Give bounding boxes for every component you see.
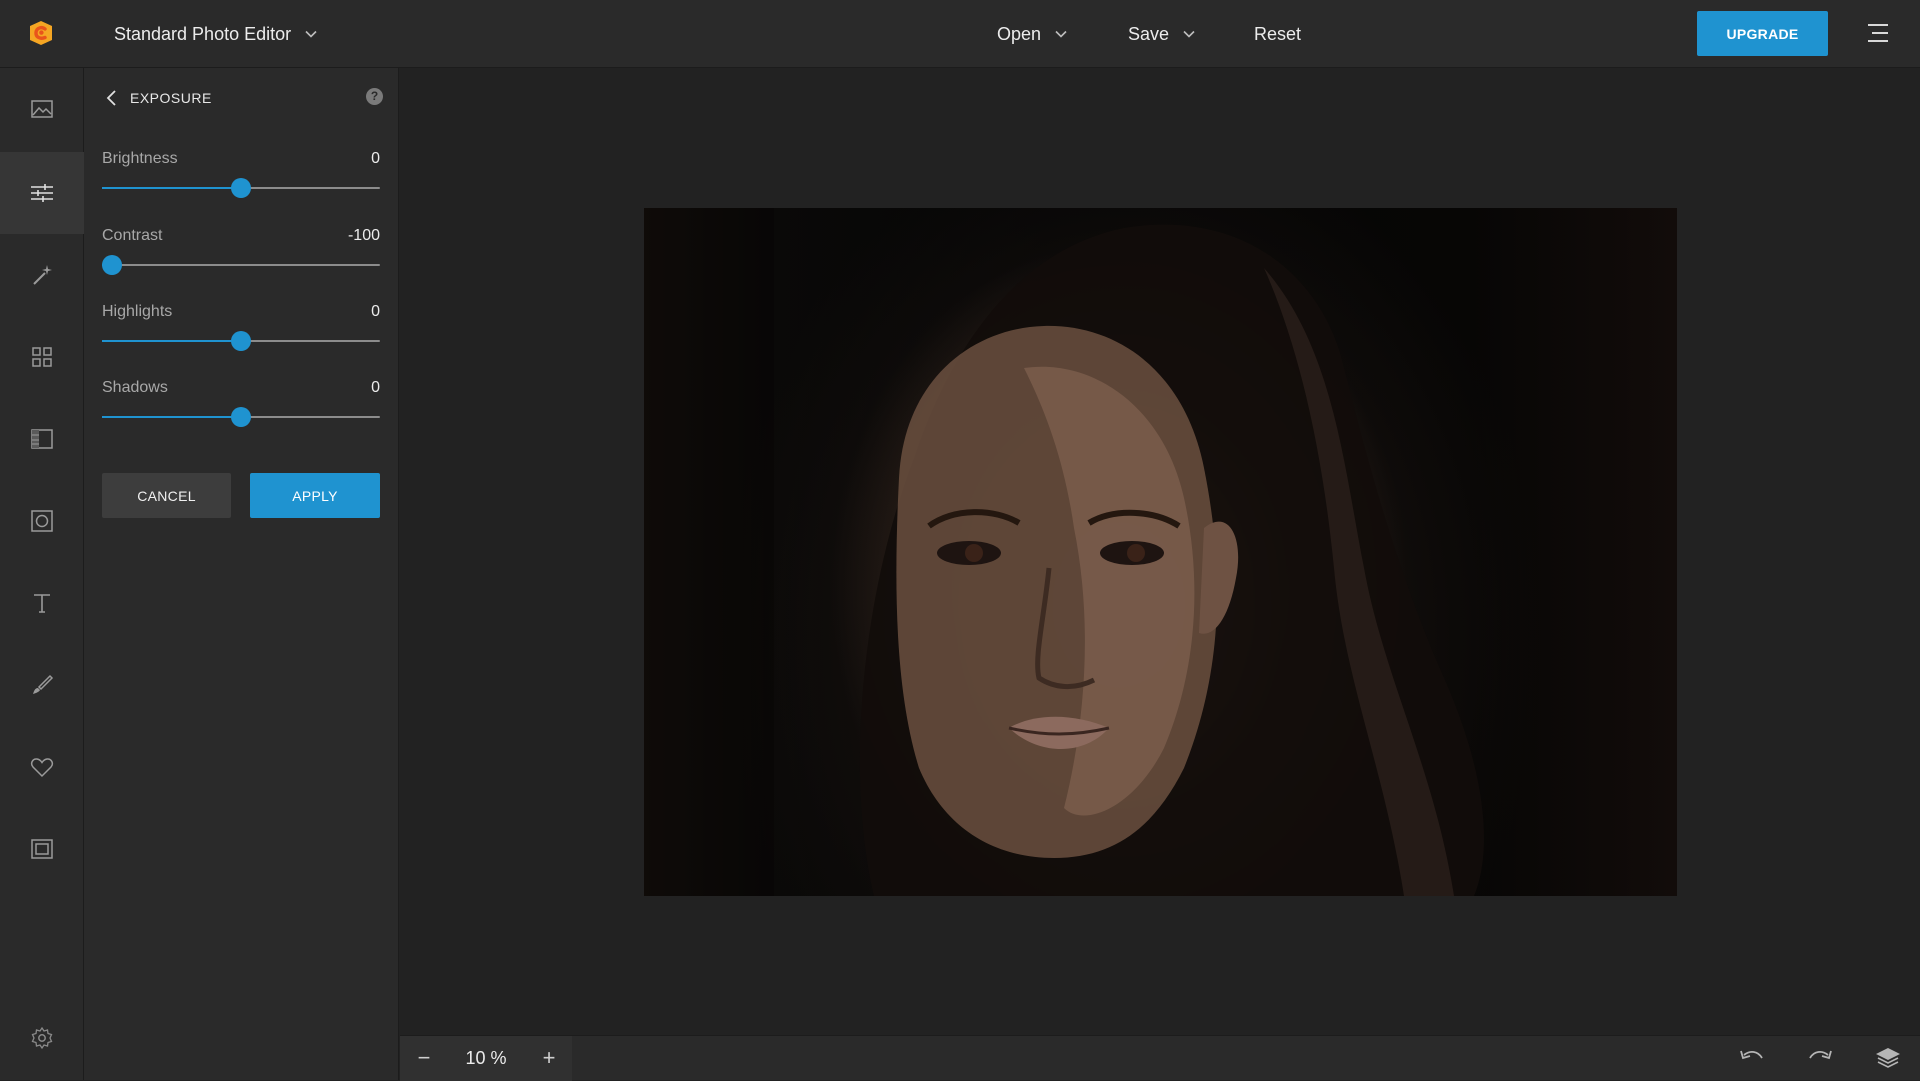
slider-thumb[interactable]: [231, 331, 251, 351]
panel-header: EXPOSURE ?: [102, 86, 383, 110]
shadows-slider: Shadows 0: [102, 379, 380, 429]
contrast-slider: Contrast -100: [102, 227, 380, 277]
adjust-sliders-icon: [31, 184, 53, 202]
rail-item-text[interactable]: [0, 562, 84, 644]
slider-track[interactable]: [102, 255, 380, 275]
upgrade-button[interactable]: UPGRADE: [1697, 11, 1828, 56]
film-icon: [31, 429, 53, 449]
slider-label: Brightness: [102, 150, 178, 167]
rail-item-adjust[interactable]: [0, 152, 84, 234]
photo-frame-icon: [31, 510, 53, 532]
apply-button[interactable]: APPLY: [250, 473, 380, 518]
editor-mode-label: Standard Photo Editor: [114, 23, 292, 44]
chevron-down-icon: [305, 30, 317, 38]
slider-thumb[interactable]: [231, 407, 251, 427]
redo-icon[interactable]: [1806, 1046, 1834, 1070]
rail-item-effects[interactable]: [0, 234, 84, 316]
zoom-controls: − 10 % +: [400, 1036, 572, 1081]
chevron-down-icon: [1055, 30, 1067, 38]
editor-mode-dropdown[interactable]: Standard Photo Editor: [114, 22, 317, 46]
tool-rail: [0, 68, 84, 1080]
hamburger-menu-icon[interactable]: [1866, 22, 1890, 44]
slider-value: 0: [371, 379, 380, 396]
zoom-level[interactable]: 10 %: [450, 1048, 522, 1069]
reset-button[interactable]: Reset: [1254, 22, 1301, 46]
back-arrow-icon[interactable]: [102, 88, 122, 108]
slider-label: Highlights: [102, 303, 173, 320]
rail-item-layouts[interactable]: [0, 316, 84, 398]
rail-item-settings[interactable]: [0, 997, 84, 1079]
slider-value: -100: [347, 227, 380, 244]
layers-icon[interactable]: [1874, 1046, 1902, 1070]
panel-title: EXPOSURE: [130, 90, 212, 106]
undo-icon[interactable]: [1738, 1046, 1766, 1070]
help-icon[interactable]: ?: [366, 88, 383, 105]
exposure-panel: EXPOSURE ? Brightness 0 Contrast -100 Hi…: [84, 68, 399, 1080]
slider-fill: [102, 340, 241, 342]
rail-item-film[interactable]: [0, 398, 84, 480]
chevron-down-icon: [1183, 30, 1195, 38]
frame-icon: [31, 839, 53, 859]
app-logo-icon[interactable]: [28, 20, 54, 46]
slider-label: Contrast: [102, 227, 163, 244]
rail-item-stickers[interactable]: [0, 726, 84, 808]
slider-track[interactable]: [102, 331, 380, 351]
bottom-bar: − 10 % +: [400, 1035, 1920, 1081]
zoom-out-button[interactable]: −: [410, 1044, 438, 1072]
reset-label: Reset: [1254, 23, 1302, 44]
grid-icon: [32, 347, 52, 367]
portrait-photo: [644, 208, 1484, 896]
image-icon: [31, 100, 53, 118]
save-menu-label: Save: [1128, 23, 1170, 44]
slider-fill: [102, 187, 241, 189]
rail-item-vignette[interactable]: [0, 480, 84, 562]
slider-value: 0: [371, 303, 380, 320]
slider-label: Shadows: [102, 379, 168, 396]
slider-track[interactable]: [102, 407, 380, 427]
brush-icon: [33, 674, 54, 694]
text-icon: [34, 594, 50, 613]
save-menu[interactable]: Save: [1128, 22, 1195, 46]
highlights-slider: Highlights 0: [102, 303, 380, 353]
slider-value: 0: [371, 150, 380, 167]
rail-item-image[interactable]: [0, 68, 84, 150]
open-menu-label: Open: [997, 23, 1042, 44]
editor-canvas[interactable]: [400, 69, 1920, 1035]
top-bar: Standard Photo Editor Open Save Reset UP…: [0, 0, 1920, 68]
slider-thumb[interactable]: [102, 255, 122, 275]
settings-icon: [31, 1026, 53, 1050]
slider-track[interactable]: [102, 178, 380, 198]
photo-image[interactable]: [644, 208, 1677, 896]
heart-icon: [30, 758, 54, 778]
cancel-button[interactable]: CANCEL: [102, 473, 231, 518]
zoom-in-button[interactable]: +: [535, 1044, 563, 1072]
open-menu[interactable]: Open: [997, 22, 1067, 46]
magic-wand-icon: [33, 265, 52, 285]
brightness-slider: Brightness 0: [102, 150, 380, 200]
rail-item-frames[interactable]: [0, 808, 84, 890]
rail-item-draw[interactable]: [0, 644, 84, 726]
slider-fill: [102, 416, 241, 418]
slider-thumb[interactable]: [231, 178, 251, 198]
